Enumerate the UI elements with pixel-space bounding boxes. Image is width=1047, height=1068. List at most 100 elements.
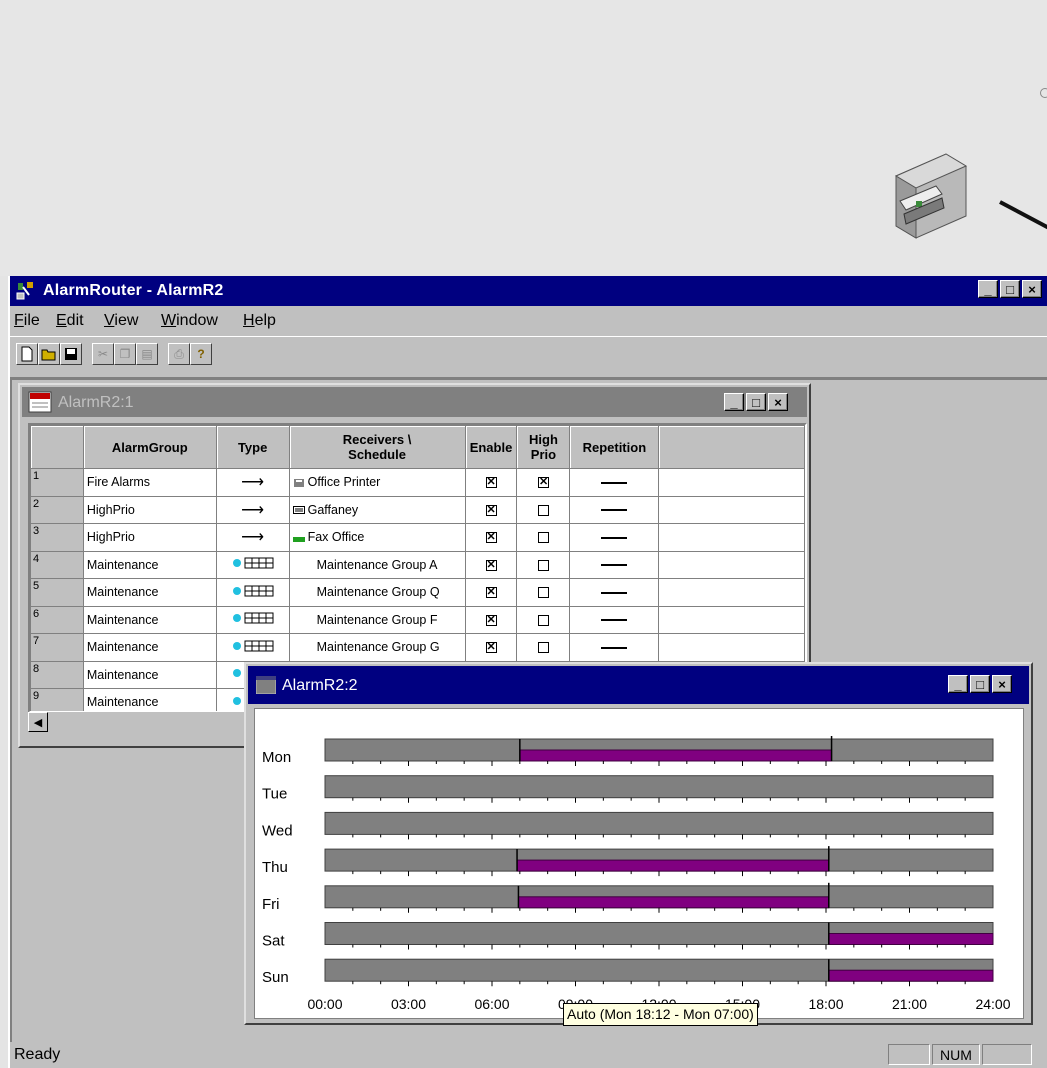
- enable-cell[interactable]: ✕: [464, 523, 518, 552]
- alarm-group-cell[interactable]: HighPrio: [82, 523, 217, 552]
- child1-close-button[interactable]: ×: [768, 393, 788, 411]
- enable-cell[interactable]: ✕: [464, 468, 518, 497]
- checkbox[interactable]: ✕: [485, 614, 497, 626]
- row-number[interactable]: 3: [30, 523, 84, 552]
- enable-cell[interactable]: ✕: [464, 578, 518, 607]
- copy-icon[interactable]: ❐: [114, 343, 136, 365]
- enable-cell[interactable]: ✕: [464, 633, 518, 662]
- repetition-cell[interactable]: [569, 605, 660, 634]
- table-row[interactable]: 3 HighPrio ⟶ Fax Office ✕: [30, 523, 805, 552]
- maximize-button[interactable]: □: [1000, 280, 1020, 298]
- minimize-button[interactable]: _: [978, 280, 998, 298]
- enable-cell[interactable]: ✕: [464, 605, 518, 634]
- menu-view[interactable]: View: [104, 312, 138, 330]
- checkbox[interactable]: ✕: [485, 532, 497, 544]
- row-number[interactable]: 5: [30, 578, 84, 607]
- weekly-schedule[interactable]: MonTueWedThuFriSatSun00:0003:0006:0009:0…: [254, 708, 1024, 1019]
- help-icon[interactable]: ?: [190, 343, 212, 365]
- menu-file[interactable]: File: [14, 312, 40, 330]
- schedule-chart[interactable]: MonTueWedThuFriSatSun00:0003:0006:0009:0…: [255, 709, 1023, 1018]
- type-cell[interactable]: [215, 605, 290, 634]
- receiver-cell[interactable]: Fax Office: [288, 523, 466, 552]
- receiver-cell[interactable]: Maintenance Group A: [288, 550, 466, 579]
- print-icon[interactable]: ⎙: [168, 343, 190, 365]
- repetition-cell[interactable]: [569, 495, 660, 524]
- menu-edit[interactable]: Edit: [56, 312, 84, 330]
- row-number[interactable]: 4: [30, 550, 84, 579]
- empty-cell[interactable]: [658, 633, 805, 662]
- checkbox[interactable]: [537, 504, 549, 516]
- open-folder-icon[interactable]: [38, 343, 60, 365]
- repetition-cell[interactable]: [569, 578, 660, 607]
- column-header[interactable]: Type: [215, 425, 290, 469]
- table-row[interactable]: 2 HighPrio ⟶ Gaffaney ✕: [30, 495, 805, 524]
- row-number[interactable]: 8: [30, 660, 84, 689]
- high-prio-cell[interactable]: ✕: [516, 468, 571, 497]
- checkbox[interactable]: ✕: [485, 642, 497, 654]
- receiver-cell[interactable]: Maintenance Group F: [288, 605, 466, 634]
- high-prio-cell[interactable]: [516, 523, 571, 552]
- receiver-cell[interactable]: Maintenance Group Q: [288, 578, 466, 607]
- child1-titlebar[interactable]: AlarmR2:1 _ □ ×: [22, 387, 807, 417]
- column-header[interactable]: Receivers \ Schedule: [288, 425, 466, 469]
- alarm-group-cell[interactable]: HighPrio: [82, 495, 217, 524]
- type-cell[interactable]: ⟶: [215, 495, 290, 524]
- cut-icon[interactable]: ✂: [92, 343, 114, 365]
- empty-cell[interactable]: [658, 550, 805, 579]
- paste-icon[interactable]: ▤: [136, 343, 158, 365]
- child1-maximize-button[interactable]: □: [746, 393, 766, 411]
- child1-minimize-button[interactable]: _: [724, 393, 744, 411]
- alarm-group-cell[interactable]: Maintenance: [82, 633, 217, 662]
- alarm-group-cell[interactable]: Maintenance: [82, 550, 217, 579]
- checkbox[interactable]: [537, 614, 549, 626]
- checkbox[interactable]: [537, 559, 549, 571]
- menu-help[interactable]: Help: [243, 312, 276, 330]
- row-number[interactable]: 6: [30, 605, 84, 634]
- active-period[interactable]: [519, 749, 833, 762]
- high-prio-cell[interactable]: [516, 495, 571, 524]
- save-icon[interactable]: [60, 343, 82, 365]
- child2-close-button[interactable]: ×: [992, 675, 1012, 693]
- empty-cell[interactable]: [658, 605, 805, 634]
- column-header[interactable]: High Prio: [516, 425, 571, 469]
- checkbox[interactable]: ✕: [485, 504, 497, 516]
- type-cell[interactable]: [215, 550, 290, 579]
- table-row[interactable]: 7 Maintenance Maintenance Group G ✕: [30, 633, 805, 662]
- high-prio-cell[interactable]: [516, 605, 571, 634]
- row-number[interactable]: 7: [30, 633, 84, 662]
- column-header[interactable]: Repetition: [569, 425, 660, 469]
- active-period[interactable]: [517, 896, 830, 909]
- receiver-cell[interactable]: Gaffaney: [288, 495, 466, 524]
- alarm-group-cell[interactable]: Fire Alarms: [82, 468, 217, 497]
- alarm-group-cell[interactable]: Maintenance: [82, 605, 217, 634]
- table-row[interactable]: 1 Fire Alarms ⟶ Office Printer ✕ ✕: [30, 468, 805, 497]
- new-file-icon[interactable]: [16, 343, 38, 365]
- table-row[interactable]: 5 Maintenance Maintenance Group Q ✕: [30, 578, 805, 607]
- high-prio-cell[interactable]: [516, 633, 571, 662]
- active-period[interactable]: [828, 933, 994, 945]
- type-cell[interactable]: ⟶: [215, 468, 290, 497]
- column-header[interactable]: AlarmGroup: [82, 425, 217, 469]
- repetition-cell[interactable]: [569, 468, 660, 497]
- repetition-cell[interactable]: [569, 633, 660, 662]
- high-prio-cell[interactable]: [516, 550, 571, 579]
- scroll-left-icon[interactable]: ◀: [28, 712, 48, 732]
- checkbox[interactable]: ✕: [485, 587, 497, 599]
- checkbox[interactable]: [537, 532, 549, 544]
- row-number[interactable]: 2: [30, 495, 84, 524]
- day-bar[interactable]: [324, 811, 994, 835]
- receiver-cell[interactable]: Office Printer: [288, 468, 466, 497]
- empty-cell[interactable]: [658, 578, 805, 607]
- repetition-cell[interactable]: [569, 523, 660, 552]
- checkbox[interactable]: ✕: [485, 477, 497, 489]
- alarm-group-cell[interactable]: Maintenance: [82, 578, 217, 607]
- enable-cell[interactable]: ✕: [464, 550, 518, 579]
- table-row[interactable]: 4 Maintenance Maintenance Group A ✕: [30, 550, 805, 579]
- active-period[interactable]: [828, 969, 994, 982]
- child2-maximize-button[interactable]: □: [970, 675, 990, 693]
- empty-cell[interactable]: [658, 468, 805, 497]
- app-titlebar[interactable]: AlarmRouter - AlarmR2 _ □ ×: [10, 276, 1047, 306]
- checkbox[interactable]: ✕: [485, 559, 497, 571]
- child2-titlebar[interactable]: AlarmR2:2 _ □ ×: [248, 666, 1029, 704]
- column-header[interactable]: Enable: [464, 425, 518, 469]
